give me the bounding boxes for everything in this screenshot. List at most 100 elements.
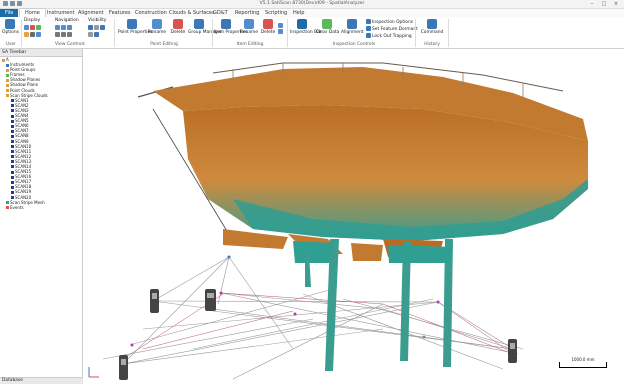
point-properties-button[interactable]: Point Properties <box>118 19 153 35</box>
scanner-icon <box>205 289 216 311</box>
fit-icon[interactable] <box>36 25 41 30</box>
item-properties-icon <box>221 19 231 29</box>
item-tools <box>278 23 284 35</box>
window-title: V5.1 SatiScan 8730(Dev)d09 - SpatialAnal… <box>259 1 365 6</box>
title-bar: V5.1 SatiScan 8730(Dev)d09 - SpatialAnal… <box>0 0 624 9</box>
scan-icon <box>11 165 14 169</box>
navigation-tools <box>55 25 73 31</box>
rename-item-label: Rename <box>240 30 259 35</box>
delete-items-button[interactable]: Delete <box>260 19 276 35</box>
delete-points-button[interactable]: Delete <box>170 19 186 35</box>
cloud-icon <box>6 94 9 98</box>
item-properties-button[interactable]: Item Properties <box>214 19 248 35</box>
rotate-icon[interactable] <box>55 25 60 30</box>
view-bottom-icon[interactable] <box>67 32 72 37</box>
3d-viewport[interactable]: 1000.0 mm <box>83 49 624 384</box>
layers-icon[interactable] <box>100 25 105 30</box>
scan-icon <box>11 180 14 184</box>
rename-points-button[interactable]: Rename <box>148 19 166 35</box>
measurement-lines <box>102 256 524 380</box>
zoom-icon[interactable] <box>36 32 41 37</box>
filter-icon[interactable] <box>88 32 93 37</box>
scan-icon <box>11 185 14 189</box>
inspection-bar-icon <box>297 19 307 29</box>
clear-data-button[interactable]: Clear Data <box>316 19 339 35</box>
close-icon[interactable]: × <box>610 0 622 8</box>
paste-icon[interactable] <box>278 29 283 34</box>
dormant-icon <box>366 26 371 31</box>
scan-icon <box>11 129 14 133</box>
view-side-icon[interactable] <box>55 32 60 37</box>
display-tools-2 <box>24 32 42 38</box>
display-label: Display <box>24 18 41 23</box>
set-feature-dormant-label: Set Feature Dormant <box>372 27 418 32</box>
command-button[interactable]: Command <box>418 19 446 35</box>
tree-item-label: Events <box>10 204 24 210</box>
inspection-options-button[interactable]: Inspection Options <box>366 19 413 25</box>
navigation-label: Navigation <box>55 18 79 23</box>
set-feature-dormant-button[interactable]: Set Feature Dormant <box>366 26 418 32</box>
scan-icon <box>11 170 14 174</box>
view-front-icon[interactable] <box>61 25 66 30</box>
tab-help[interactable]: Help <box>288 9 309 17</box>
delete-icon <box>173 19 183 29</box>
visibility-tools <box>88 25 106 31</box>
group-inspection-controls: Inspection Controls <box>332 42 376 47</box>
draw-icon[interactable] <box>30 25 35 30</box>
rename-items-button[interactable]: Rename <box>240 19 258 35</box>
scan-icon <box>11 109 14 113</box>
rename-icon <box>152 19 162 29</box>
lock-out-trapping-label: Lock Out Trapping <box>372 34 412 39</box>
minimize-icon[interactable]: – <box>586 0 598 8</box>
inspection-bar-button[interactable]: Inspection Bar <box>290 19 322 35</box>
group-user: User <box>5 42 16 47</box>
group-manager-button[interactable]: Group Manager <box>188 19 222 35</box>
tree-item[interactable]: Events <box>2 205 82 210</box>
eye-icon[interactable] <box>88 25 93 30</box>
hide-icon[interactable] <box>94 25 99 30</box>
pan-icon[interactable] <box>30 32 35 37</box>
view-top-icon[interactable] <box>67 25 72 30</box>
lock-icon <box>366 33 371 38</box>
copy-icon[interactable] <box>278 23 283 28</box>
tab-file[interactable]: File <box>0 9 19 17</box>
boat-stands <box>223 229 453 371</box>
scan-icon <box>11 190 14 194</box>
scan-icon <box>11 145 14 149</box>
ribbon: Options User Display Navigation Visibili… <box>0 17 624 49</box>
frame-icon <box>6 73 9 77</box>
group-item-editing: Item Editing <box>236 42 264 47</box>
alignment-button[interactable]: Alignment <box>341 19 364 35</box>
options-button[interactable]: Options <box>2 19 19 35</box>
scan-icon <box>11 104 14 108</box>
options-label: Options <box>2 30 19 35</box>
scan-icon <box>11 196 14 200</box>
cloud-icon <box>6 89 9 93</box>
database-tab[interactable]: Database <box>0 377 84 384</box>
selected-lines <box>122 292 514 360</box>
gear-icon <box>5 19 15 29</box>
pointer-icon[interactable] <box>24 25 29 30</box>
treebar-title: SA Treebar <box>0 49 82 57</box>
show-all-icon[interactable] <box>94 32 99 37</box>
scanner-icon <box>119 355 128 380</box>
light-icon[interactable] <box>24 32 29 37</box>
scan-icon <box>11 150 14 154</box>
maximize-icon[interactable]: □ <box>598 0 610 8</box>
scan-icon <box>11 175 14 179</box>
group-history: History <box>424 42 440 47</box>
mesh-icon <box>6 201 9 205</box>
scanner-icon <box>150 289 159 313</box>
delete-item-label: Delete <box>260 30 276 35</box>
scan-icon <box>11 119 14 123</box>
lock-out-trapping-button[interactable]: Lock Out Trapping <box>366 33 412 39</box>
view-iso-icon[interactable] <box>61 32 66 37</box>
scan-icon <box>11 160 14 164</box>
command-icon <box>427 19 437 29</box>
navigation-tools-2 <box>55 32 73 38</box>
alignment-icon <box>347 19 357 29</box>
tree-view: A Instruments Point Groups Frames Shadow Pla… <box>0 57 82 210</box>
plane-icon <box>6 78 9 82</box>
point-cloud-scene[interactable] <box>83 49 624 384</box>
tab-gdt[interactable]: GD&T <box>208 9 233 17</box>
